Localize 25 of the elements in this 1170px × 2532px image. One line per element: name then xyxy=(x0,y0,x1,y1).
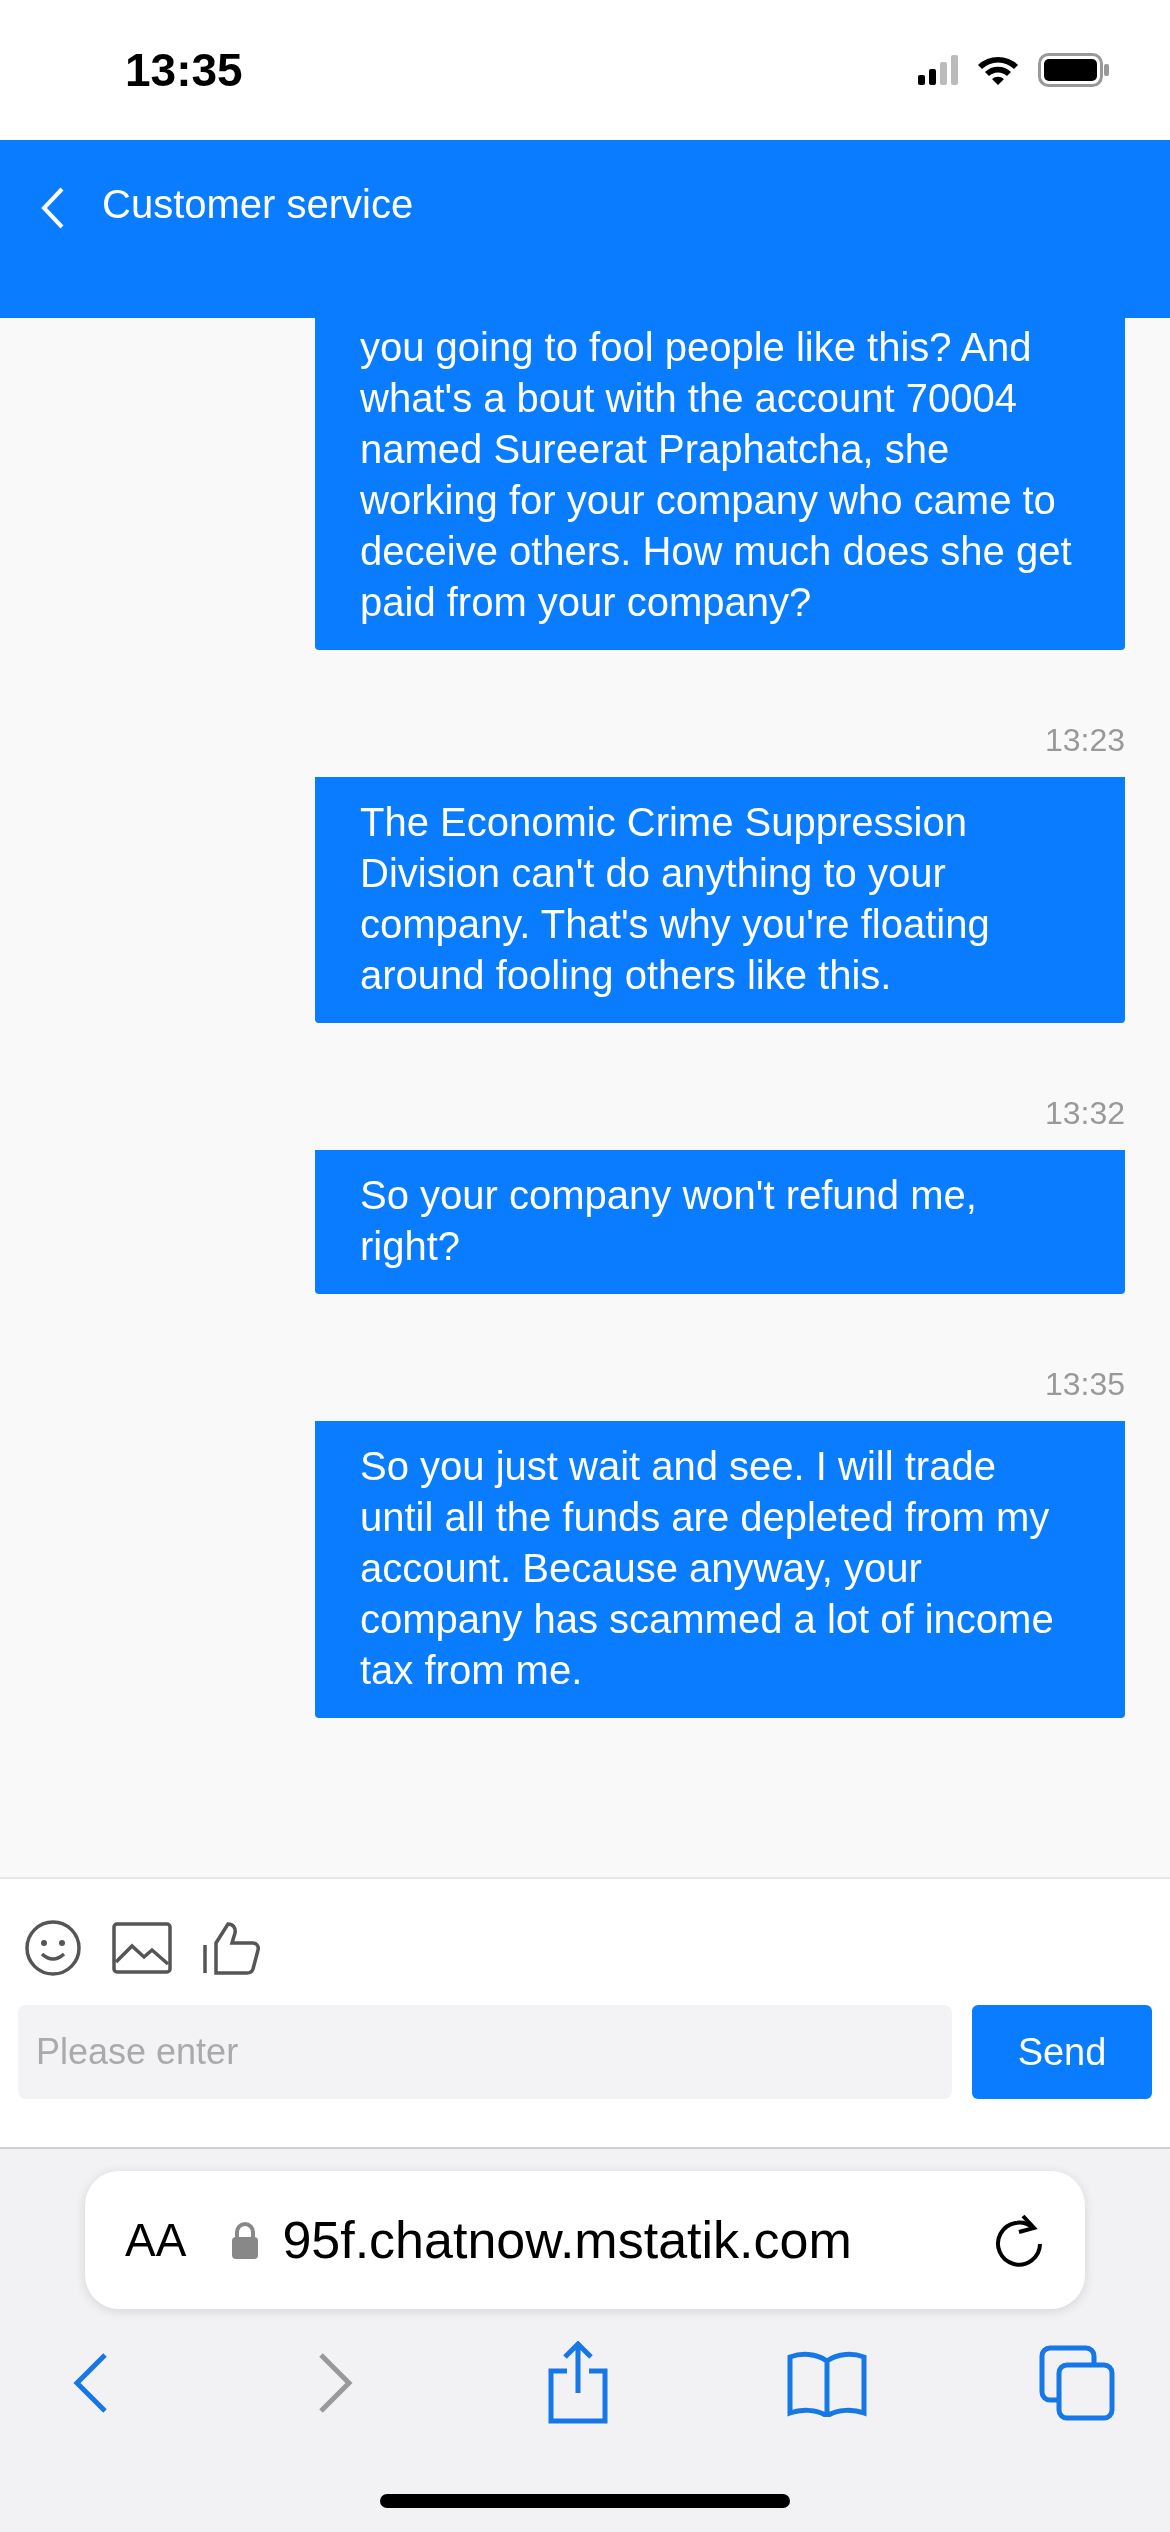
message-bubble: So you just wait and see. I will trade until all the funds are depleted from my account. Because anyway, your company has scammed a lot of income tax from me. xyxy=(315,1421,1125,1718)
text-size-button[interactable]: AA xyxy=(125,2213,187,2267)
message-bubble: The Economic Crime Suppression Division can't do anything to your company. That's why you're floating around fooling others like this. xyxy=(315,777,1125,1023)
book-icon xyxy=(785,2349,868,2417)
signal-icon xyxy=(918,55,958,85)
smiley-icon[interactable] xyxy=(24,1919,82,1977)
message-time: 13:23 xyxy=(1044,722,1125,759)
message-bubble: So your company won't refund me, right? xyxy=(315,1150,1125,1294)
message-time: 13:35 xyxy=(1044,1366,1125,1403)
battery-icon xyxy=(1038,53,1110,87)
tabs-icon xyxy=(1039,2345,1115,2421)
wifi-icon xyxy=(976,54,1020,86)
message-bubble: you going to fool people like this? And what's a bout with the account 70004 named Sureerat Praphatcha, she working for your company who came to deceive others. How much does she get paid from your company? xyxy=(315,318,1125,650)
status-time: 13:35 xyxy=(125,43,243,97)
message-time: 13:32 xyxy=(1044,1095,1125,1132)
send-button[interactable]: Send xyxy=(972,2005,1152,2099)
address-bar[interactable]: AA 95f.chatnow.mstatik.com xyxy=(85,2171,1085,2309)
back-icon[interactable] xyxy=(40,186,66,230)
url-text: 95f.chatnow.mstatik.com xyxy=(282,2210,853,2270)
lock-icon xyxy=(230,2220,261,2260)
thumbs-up-icon[interactable] xyxy=(202,1921,260,1975)
message-input[interactable]: Please enter xyxy=(18,2005,952,2099)
image-icon[interactable] xyxy=(112,1922,172,1974)
reload-icon[interactable] xyxy=(993,2212,1045,2268)
header-title: Customer service xyxy=(102,182,414,227)
